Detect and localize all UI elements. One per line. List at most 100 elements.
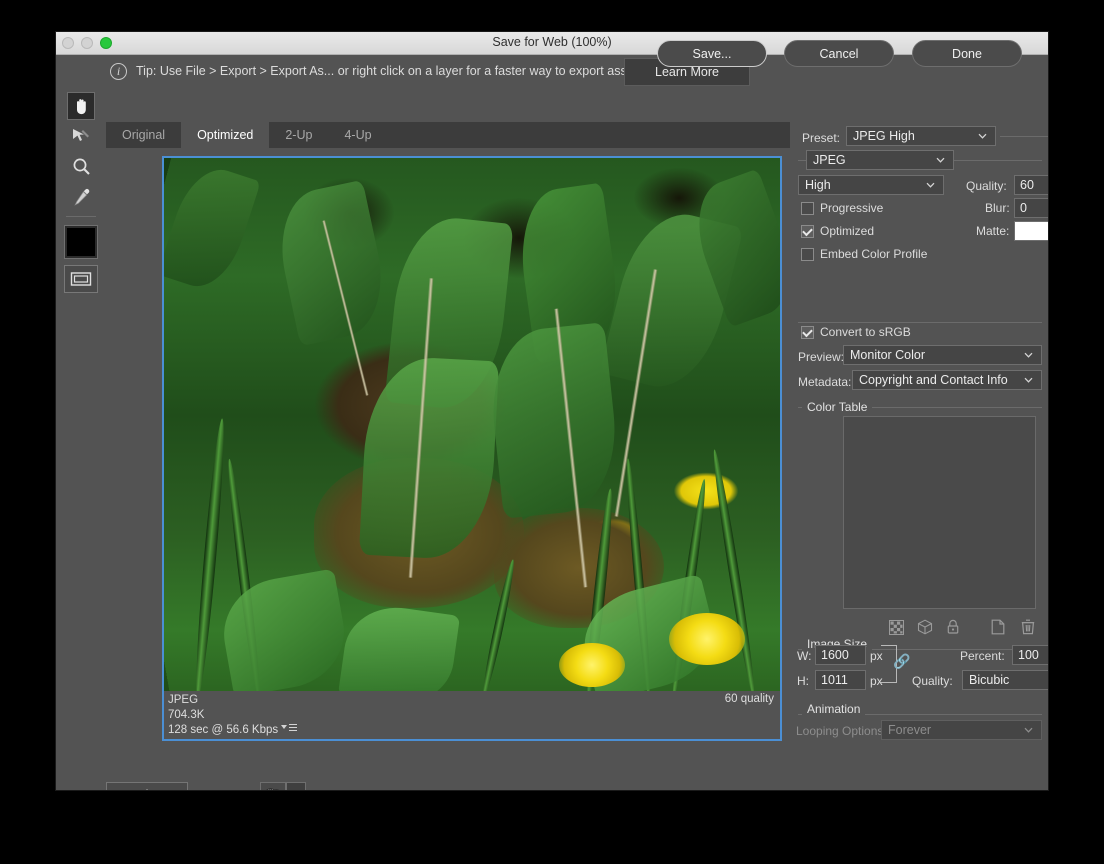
resample-quality-value: Bicubic xyxy=(969,673,1010,687)
web-safe-cube-icon[interactable] xyxy=(915,617,935,637)
chevron-down-icon xyxy=(936,157,954,163)
resample-quality-select[interactable]: Bicubic xyxy=(962,670,1048,690)
embed-color-profile-label: Embed Color Profile xyxy=(820,247,928,261)
toggle-slices-visibility[interactable] xyxy=(64,265,98,293)
transparency-icon[interactable] xyxy=(886,617,906,637)
tab-optimized[interactable]: Optimized xyxy=(181,122,270,148)
hand-tool[interactable] xyxy=(67,92,95,120)
width-label: W: xyxy=(797,649,812,663)
preview-image[interactable] xyxy=(164,158,780,695)
file-format-select[interactable]: JPEG xyxy=(806,150,954,170)
new-color-icon[interactable] xyxy=(988,617,1008,637)
settings-panel: Preset: JPEG High JPEG High Quality: 60 … xyxy=(790,122,1048,777)
blur-input[interactable]: 0 xyxy=(1014,198,1048,218)
status-filesize: 704.3K xyxy=(168,709,205,721)
tab-2up[interactable]: 2-Up xyxy=(269,122,328,148)
preview-area: JPEG 704.3K 128 sec @ 56.6 Kbps 60 quali… xyxy=(106,148,790,748)
lock-color-icon[interactable] xyxy=(943,617,963,637)
width-value: 1600 xyxy=(821,648,849,662)
hand-icon xyxy=(76,98,86,114)
preview-button[interactable]: Preview... xyxy=(106,782,188,790)
metadata-select[interactable]: Copyright and Contact Info xyxy=(852,370,1042,390)
preview-mode-label: Preview: xyxy=(798,350,845,364)
cancel-button[interactable]: Cancel xyxy=(784,40,894,67)
constrain-proportions-icon[interactable]: 🔗 xyxy=(893,653,910,670)
chevron-down-icon xyxy=(1024,377,1042,383)
status-options-flyout-icon[interactable] xyxy=(281,723,298,732)
file-format-value: JPEG xyxy=(813,153,846,167)
zoom-tool[interactable] xyxy=(67,152,95,180)
info-circle-icon: i xyxy=(110,63,127,80)
tab-original[interactable]: Original xyxy=(106,122,181,148)
height-input[interactable]: 1011 xyxy=(815,670,866,690)
tool-palette xyxy=(56,89,106,790)
percent-label: Percent: xyxy=(960,649,1005,663)
quality-label: Quality: xyxy=(966,179,1007,193)
convert-to-srgb-label: Convert to sRGB xyxy=(820,325,911,339)
compression-quality-select[interactable]: High xyxy=(798,175,944,195)
magnifier-icon xyxy=(73,158,90,175)
eyedropper-icon xyxy=(73,188,89,206)
slice-select-tool[interactable] xyxy=(67,122,95,150)
save-for-web-window: Save for Web (100%) i Tip: Use File > Ex… xyxy=(56,32,1048,790)
preview-mode-value: Monitor Color xyxy=(850,348,926,362)
chevron-down-icon xyxy=(978,133,996,139)
tab-4up[interactable]: 4-Up xyxy=(328,122,387,148)
percent-input[interactable]: 100 xyxy=(1012,645,1048,665)
percent-value: 100 xyxy=(1018,648,1039,662)
eyedropper-tool[interactable] xyxy=(67,182,95,210)
looping-options-label: Looping Options: xyxy=(796,724,887,738)
width-input[interactable]: 1600 xyxy=(815,645,866,665)
blur-label: Blur: xyxy=(985,201,1010,215)
optimized-preview-frame[interactable]: JPEG 704.3K 128 sec @ 56.6 Kbps 60 quali… xyxy=(162,156,782,741)
height-label: H: xyxy=(797,674,809,688)
screen: Save for Web (100%) i Tip: Use File > Ex… xyxy=(0,0,1104,864)
status-format: JPEG xyxy=(168,694,199,706)
convert-to-srgb-checkbox[interactable] xyxy=(801,326,814,339)
status-quality-note: 60 quality xyxy=(724,693,774,705)
done-button[interactable]: Done xyxy=(912,40,1022,67)
slices-visibility-icon xyxy=(70,272,92,286)
progressive-checkbox[interactable] xyxy=(801,202,814,215)
matte-color-swatch[interactable] xyxy=(1014,221,1048,241)
window-titlebar: Save for Web (100%) xyxy=(56,32,1048,55)
status-download-time: 128 sec @ 56.6 Kbps xyxy=(168,724,279,736)
chevron-down-icon xyxy=(926,182,944,188)
looping-options-select[interactable]: Forever xyxy=(881,720,1042,740)
looping-options-value: Forever xyxy=(888,723,932,737)
quality-input[interactable]: 60 xyxy=(1014,175,1048,195)
preset-value: JPEG High xyxy=(853,129,915,143)
color-table-swatches[interactable] xyxy=(843,416,1036,609)
view-mode-tabs: Original Optimized 2-Up 4-Up xyxy=(106,122,790,148)
tip-bar: i Tip: Use File > Export > Export As... … xyxy=(56,55,1048,89)
animation-title: Animation xyxy=(802,702,866,716)
window-title: Save for Web (100%) xyxy=(492,35,612,49)
dialog-action-bar xyxy=(56,748,1048,790)
metadata-label: Metadata: xyxy=(798,375,852,389)
optimized-checkbox[interactable] xyxy=(801,225,814,238)
default-browser-icon[interactable]: ? xyxy=(260,782,286,790)
matte-label: Matte: xyxy=(976,224,1010,238)
optimization-status-overlay: JPEG 704.3K 128 sec @ 56.6 Kbps 60 quali… xyxy=(164,691,780,739)
metadata-value: Copyright and Contact Info xyxy=(859,373,1008,387)
embed-color-profile-checkbox[interactable] xyxy=(801,248,814,261)
blur-value: 0 xyxy=(1020,201,1027,215)
color-table-title: Color Table xyxy=(802,400,873,414)
compression-quality-value: High xyxy=(805,178,831,192)
preset-label: Preset: xyxy=(802,131,841,145)
progressive-label: Progressive xyxy=(820,201,884,215)
resample-quality-label: Quality: xyxy=(912,674,953,688)
preview-mode-select[interactable]: Monitor Color xyxy=(843,345,1042,365)
chevron-down-icon xyxy=(1024,352,1042,358)
browser-select-dropdown[interactable] xyxy=(286,782,306,790)
chevron-down-icon xyxy=(1024,727,1042,733)
save-button[interactable]: Save... xyxy=(657,40,767,67)
delete-color-icon[interactable] xyxy=(1018,617,1038,637)
quality-value: 60 xyxy=(1020,178,1034,192)
height-value: 1011 xyxy=(821,673,848,687)
tip-text: Tip: Use File > Export > Export As... or… xyxy=(136,64,644,78)
toolbar-divider xyxy=(66,216,96,217)
eyedropper-color-swatch[interactable] xyxy=(64,225,98,259)
slice-select-icon xyxy=(73,129,89,141)
preset-select[interactable]: JPEG High xyxy=(846,126,996,146)
